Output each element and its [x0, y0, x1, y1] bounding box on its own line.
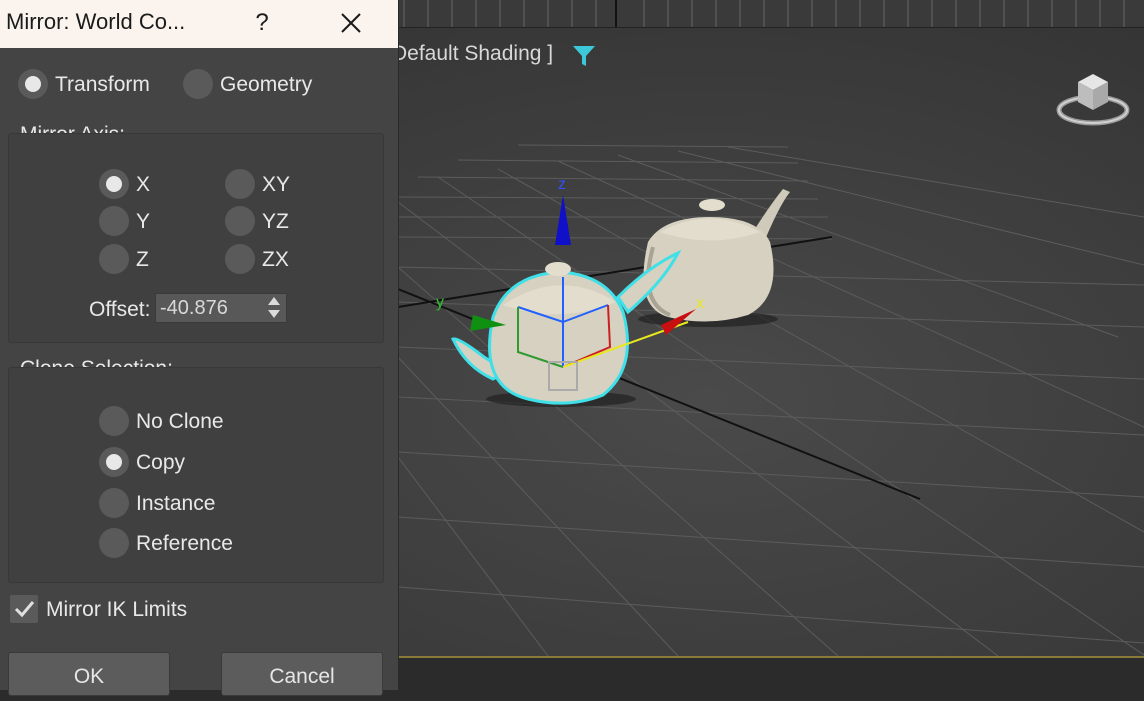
close-icon[interactable] [332, 4, 370, 42]
spinner-down-icon[interactable] [268, 310, 280, 318]
axis-yz-radio[interactable] [225, 206, 255, 236]
axis-z-label: Z [136, 248, 149, 271]
3d-scene[interactable]: z x y [398, 27, 1144, 656]
spinner-up-icon[interactable] [268, 297, 280, 305]
axis-zx-label: ZX [262, 248, 289, 271]
offset-value[interactable]: -40.876 [160, 297, 228, 320]
help-button[interactable]: ? [250, 5, 274, 41]
axis-yz-label: YZ [262, 210, 289, 233]
no-clone-radio[interactable] [99, 406, 129, 436]
offset-label: Offset: [89, 298, 151, 321]
mirror-ik-limits-checkbox[interactable] [10, 595, 38, 623]
viewport-bottom-bar [398, 656, 1144, 692]
teapot-selected[interactable] [450, 249, 689, 407]
ok-button[interactable]: OK [8, 652, 170, 696]
gizmo-z-label: z [558, 176, 566, 193]
axis-xy-label: XY [262, 173, 291, 196]
geometry-radio[interactable] [183, 69, 213, 99]
axis-y-label: Y [136, 210, 151, 233]
gizmo-y-label: y [436, 294, 444, 311]
instance-label: Instance [136, 492, 216, 515]
axis-x-radio[interactable] [99, 169, 129, 199]
copy-radio[interactable] [99, 447, 129, 477]
gizmo-x-label: x [696, 295, 704, 312]
transform-radio[interactable] [18, 69, 48, 99]
reference-radio[interactable] [99, 528, 129, 558]
axis-z-radio[interactable] [99, 244, 129, 274]
dialog-title: Mirror: World Co... [6, 9, 186, 34]
mirror-ik-limits-label: Mirror IK Limits [46, 598, 188, 621]
axis-xy-radio[interactable] [225, 169, 255, 199]
instance-radio[interactable] [99, 488, 129, 518]
checkmark-icon [14, 601, 35, 618]
transform-label: Transform [55, 73, 150, 96]
dialog-titlebar[interactable]: Mirror: World Co... ? [0, 0, 398, 48]
axis-y-radio[interactable] [99, 206, 129, 236]
cancel-button[interactable]: Cancel [221, 652, 383, 696]
timeline-ruler [403, 0, 1125, 27]
axis-x-label: X [136, 173, 151, 196]
reference-label: Reference [136, 532, 233, 555]
axis-zx-radio[interactable] [225, 244, 255, 274]
viewport-toolbar [398, 0, 1144, 28]
offset-spinner[interactable]: -40.876 [155, 293, 287, 323]
copy-label: Copy [136, 451, 186, 474]
geometry-label: Geometry [220, 73, 313, 96]
mirror-dialog: Mirror: World Co... ? Transform Geometry… [0, 0, 399, 696]
no-clone-label: No Clone [136, 410, 224, 433]
